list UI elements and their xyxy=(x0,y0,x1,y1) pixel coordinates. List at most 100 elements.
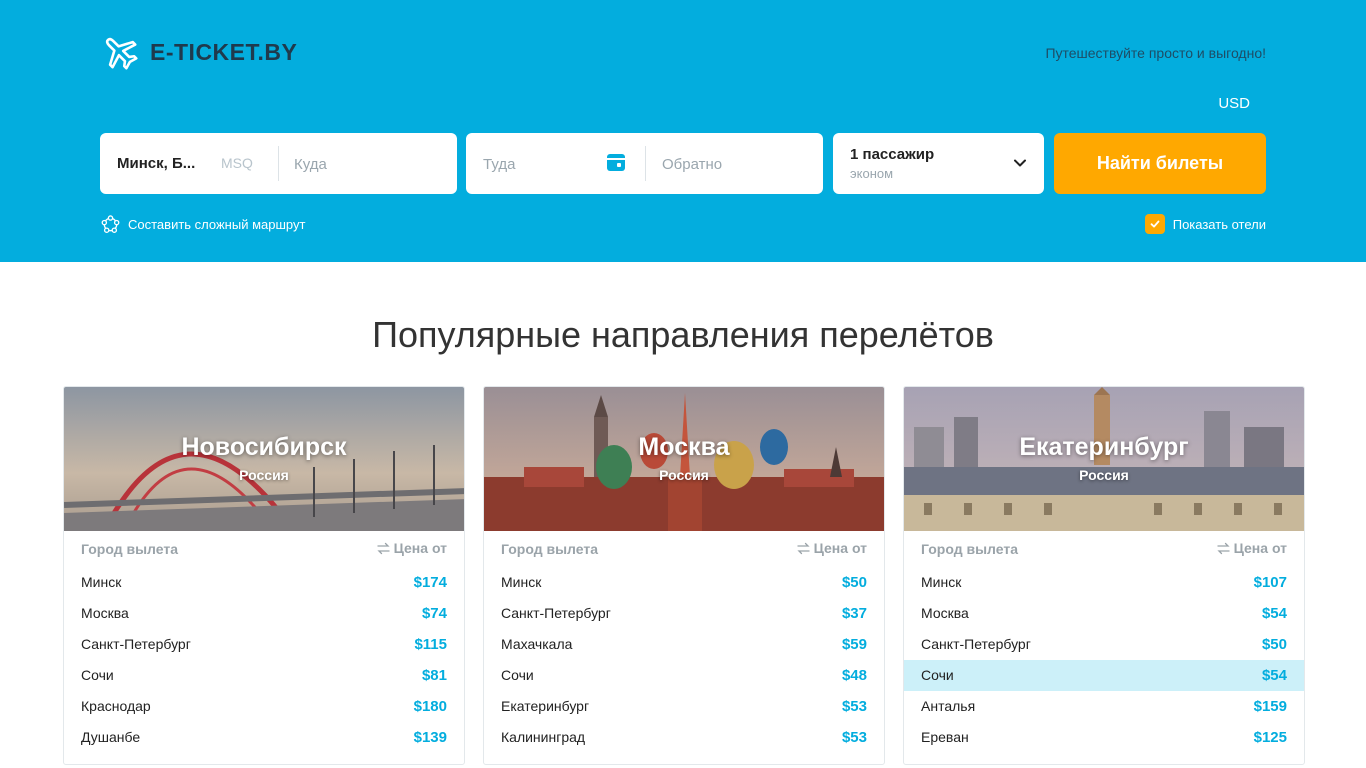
route-field-group: Минск, Б... MSQ xyxy=(100,133,457,194)
route-price: $115 xyxy=(414,636,447,653)
route-price: $48 xyxy=(841,667,867,684)
route-row[interactable]: Калининград $53 xyxy=(484,722,884,753)
destination-card-novosibirsk[interactable]: Новосибирск Россия Город вылета Цена от … xyxy=(63,386,465,765)
origin-city: Душанбе xyxy=(81,729,141,745)
show-hotels-checkbox[interactable] xyxy=(1144,214,1165,234)
route-price: $74 xyxy=(421,605,447,622)
route-price: $180 xyxy=(413,698,447,715)
destination-card-yekaterinburg[interactable]: Екатеринбург Россия Город вылета Цена от… xyxy=(903,386,1305,765)
origin-city: Анталья xyxy=(921,698,976,714)
route-row[interactable]: Москва $74 xyxy=(64,598,464,629)
dates-field-group xyxy=(466,133,823,194)
swap-arrows-icon xyxy=(1216,542,1230,554)
calendar-icon[interactable] xyxy=(606,152,626,172)
route-row[interactable]: Махачкала $59 xyxy=(484,629,884,660)
from-airport-code: MSQ xyxy=(221,155,253,171)
airplane-icon xyxy=(105,37,138,70)
route-row[interactable]: Минск $107 xyxy=(904,567,1304,598)
destination-image: Новосибирск Россия xyxy=(64,387,464,531)
origin-city: Калининград xyxy=(501,729,586,745)
origin-city: Москва xyxy=(921,605,969,621)
origin-city: Москва xyxy=(81,605,129,621)
route-row[interactable]: Минск $174 xyxy=(64,567,464,598)
route-row[interactable]: Санкт-Петербург $50 xyxy=(904,629,1304,660)
destination-image: Екатеринбург Россия xyxy=(904,387,1304,531)
route-row[interactable]: Анталья $159 xyxy=(904,691,1304,722)
show-hotels-toggle[interactable]: Показать отели xyxy=(1144,214,1266,234)
price-column-header[interactable]: Цена от xyxy=(376,540,447,556)
route-price: $81 xyxy=(421,667,447,684)
origin-column-header: Город вылета xyxy=(81,541,179,557)
from-field[interactable]: Минск, Б... xyxy=(117,155,195,172)
destination-city: Москва xyxy=(638,433,730,461)
route-price: $174 xyxy=(413,574,447,591)
route-row[interactable]: Краснодар $180 xyxy=(64,691,464,722)
price-column-header[interactable]: Цена от xyxy=(1216,540,1287,556)
card-table-header: Город вылета Цена от xyxy=(904,537,1304,567)
return-date-field[interactable] xyxy=(662,150,802,178)
origin-city: Краснодар xyxy=(81,698,151,714)
route-row[interactable]: Сочи $48 xyxy=(484,660,884,691)
destination-country: Россия xyxy=(659,467,709,483)
destination-city: Екатеринбург xyxy=(1019,433,1189,461)
price-column-label: Цена от xyxy=(393,540,447,556)
search-button[interactable]: Найти билеты xyxy=(1054,133,1266,194)
origin-city: Санкт-Петербург xyxy=(921,636,1031,652)
price-column-header[interactable]: Цена от xyxy=(796,540,867,556)
origin-city: Сочи xyxy=(81,667,114,683)
route-price: $125 xyxy=(1253,729,1287,746)
origin-column-header: Город вылета xyxy=(921,541,1019,557)
route-price: $50 xyxy=(1261,636,1287,653)
depart-date-field[interactable] xyxy=(483,150,601,178)
origin-city: Минск xyxy=(81,574,122,590)
origin-city: Махачкала xyxy=(501,636,573,652)
price-column-label: Цена от xyxy=(1233,540,1287,556)
card-table-header: Город вылета Цена от xyxy=(64,537,464,567)
passengers-selector[interactable]: 1 пассажир эконом xyxy=(833,133,1044,194)
destination-country: Россия xyxy=(1079,467,1129,483)
origin-city: Минск xyxy=(921,574,962,590)
route-row[interactable]: Екатеринбург $53 xyxy=(484,691,884,722)
route-row[interactable]: Санкт-Петербург $115 xyxy=(64,629,464,660)
route-row[interactable]: Москва $54 xyxy=(904,598,1304,629)
origin-city: Сочи xyxy=(921,667,954,683)
route-price: $139 xyxy=(413,729,447,746)
route-row[interactable]: Минск $50 xyxy=(484,567,884,598)
origin-city: Екатеринбург xyxy=(501,698,590,714)
field-divider xyxy=(645,146,646,181)
to-field[interactable] xyxy=(294,150,444,178)
origin-city: Санкт-Петербург xyxy=(501,605,611,621)
route-row[interactable]: Душанбе $139 xyxy=(64,722,464,753)
route-row[interactable]: Санкт-Петербург $37 xyxy=(484,598,884,629)
route-row[interactable]: Сочи $81 xyxy=(64,660,464,691)
route-price: $107 xyxy=(1253,574,1287,591)
complex-route-label: Составить сложный маршрут xyxy=(128,217,306,232)
swap-arrows-icon xyxy=(796,542,810,554)
show-hotels-label: Показать отели xyxy=(1172,216,1266,232)
route-price: $50 xyxy=(841,574,867,591)
destination-image: Москва Россия xyxy=(484,387,884,531)
field-divider xyxy=(278,146,279,181)
origin-city: Минск xyxy=(501,574,542,590)
route-price: $59 xyxy=(841,636,867,653)
tagline: Путешествуйте просто и выгодно! xyxy=(1045,45,1266,61)
checkmark-icon xyxy=(1150,220,1160,228)
route-price: $159 xyxy=(1253,698,1287,715)
destination-country: Россия xyxy=(239,467,289,483)
route-row[interactable]: Ереван $125 xyxy=(904,722,1304,753)
route-price: $37 xyxy=(841,605,867,622)
logo-text: E-TICKET.BY xyxy=(150,38,298,65)
destination-card-moscow[interactable]: Москва Россия Город вылета Цена от Минск… xyxy=(483,386,885,765)
complex-route-link[interactable]: Составить сложный маршрут xyxy=(101,215,305,234)
section-title: Популярные направления перелётов xyxy=(372,314,994,355)
origin-column-header: Город вылета xyxy=(501,541,599,557)
chevron-down-icon xyxy=(1014,159,1026,167)
card-table-header: Город вылета Цена от xyxy=(484,537,884,567)
destination-city: Новосибирск xyxy=(181,433,347,461)
route-price: $53 xyxy=(841,698,867,715)
price-column-label: Цена от xyxy=(813,540,867,556)
route-row-hovered[interactable]: Сочи $54 xyxy=(904,660,1304,691)
passenger-count: 1 пассажир xyxy=(850,146,935,163)
site-logo[interactable]: E-TICKET.BY xyxy=(100,32,297,72)
currency-selector[interactable]: USD xyxy=(1218,95,1250,112)
